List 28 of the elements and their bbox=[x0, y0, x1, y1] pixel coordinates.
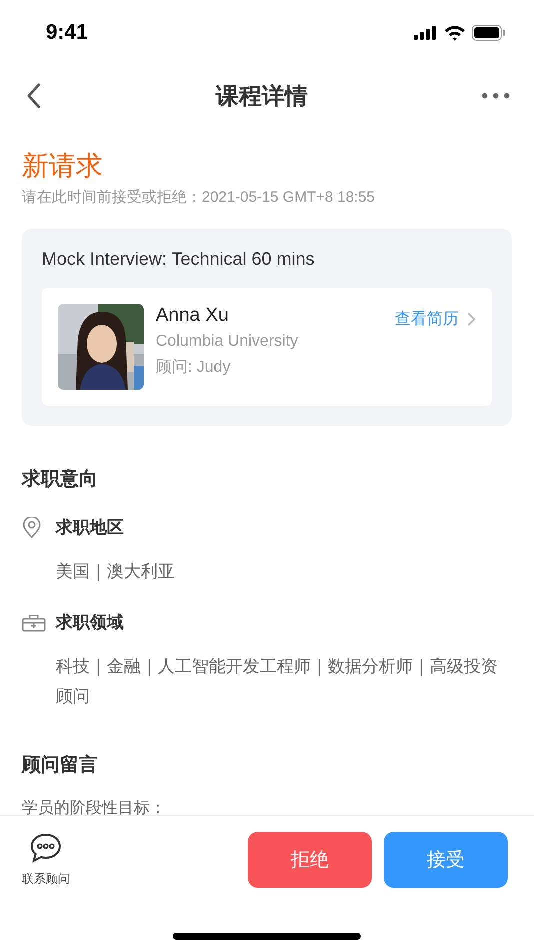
intent-label: 求职地区 bbox=[56, 517, 124, 539]
contact-label: 联系顾问 bbox=[22, 870, 70, 888]
resume-link[interactable]: 查看简历 bbox=[395, 309, 476, 330]
wifi-icon bbox=[444, 25, 466, 41]
signal-icon bbox=[414, 26, 438, 40]
intent-value: 科技｜金融｜人工智能开发工程师｜数据分析师｜高级投资顾问 bbox=[56, 656, 499, 708]
more-icon[interactable] bbox=[482, 93, 510, 99]
reject-button[interactable]: 拒绝 bbox=[248, 832, 372, 888]
status-time: 9:41 bbox=[46, 21, 88, 45]
page-title: 课程详情 bbox=[216, 82, 308, 110]
intent-label: 求职领域 bbox=[56, 612, 124, 634]
intent-value: 美国｜澳大利亚 bbox=[56, 561, 176, 584]
location-pin-icon bbox=[22, 516, 42, 538]
student-name: Anna Xu bbox=[156, 305, 230, 327]
deadline-text: 请在此时间前接受或拒绝：2021-05-15 GMT+8 18:55 bbox=[22, 188, 376, 207]
school-name: Columbia University bbox=[156, 333, 300, 351]
section-title: 求职意向 bbox=[22, 468, 99, 492]
message-text: 学员的阶段性目标： bbox=[22, 799, 167, 815]
course-title: Mock Interview: Technical 60 mins bbox=[42, 249, 316, 270]
request-status: 新请求 bbox=[22, 150, 104, 183]
chevron-icon bbox=[467, 312, 476, 327]
accept-button[interactable]: 接受 bbox=[384, 832, 508, 888]
battery-icon bbox=[472, 25, 506, 41]
advisor-name: 顾问: Judy bbox=[156, 358, 232, 378]
chat-icon[interactable] bbox=[30, 832, 62, 862]
back-icon[interactable] bbox=[26, 83, 42, 109]
briefcase-icon bbox=[22, 614, 46, 632]
section-title: 顾问留言 bbox=[22, 754, 99, 778]
